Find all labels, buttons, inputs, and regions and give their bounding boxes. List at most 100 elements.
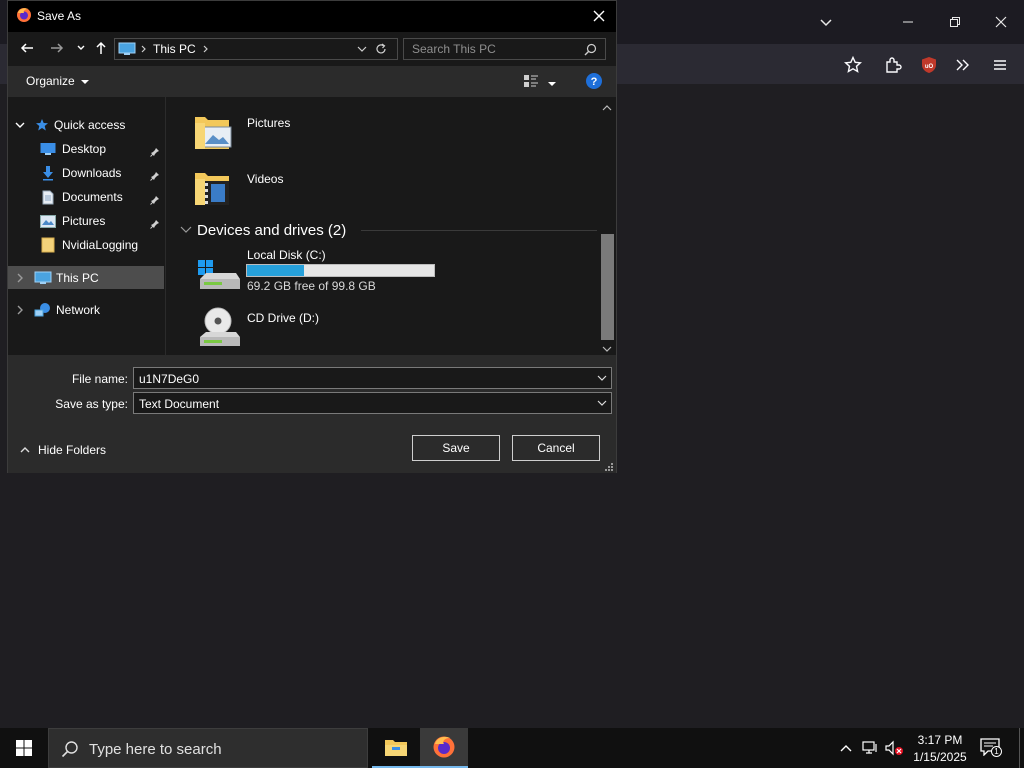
nav-item-this-pc[interactable]: This PC (14, 267, 99, 289)
expand-chevron-icon[interactable] (14, 270, 26, 286)
taskbar-clock[interactable]: 3:17 PM 1/15/2025 (905, 732, 975, 766)
close-window-icon[interactable] (986, 8, 1016, 36)
this-pc-icon (118, 42, 136, 59)
start-button[interactable] (0, 728, 48, 768)
nav-item-documents[interactable]: Documents (40, 186, 123, 208)
expand-chevron-icon[interactable] (14, 117, 26, 133)
firefox-icon (433, 736, 455, 758)
folder-label-pictures[interactable]: Pictures (247, 116, 290, 130)
breadcrumb-chevron-icon[interactable] (202, 43, 210, 58)
folder-item-pictures[interactable] (191, 109, 237, 155)
taskbar-file-explorer[interactable] (372, 728, 420, 768)
list-all-tabs-icon[interactable] (811, 8, 841, 36)
scroll-down-icon[interactable] (602, 342, 612, 356)
change-view-icon[interactable] (523, 74, 539, 91)
resize-grip-icon[interactable] (605, 461, 614, 475)
address-bar[interactable]: This PC (114, 38, 398, 60)
bookmark-star-icon[interactable] (840, 52, 866, 78)
network-status-icon[interactable] (862, 740, 880, 759)
expand-chevron-icon[interactable] (14, 302, 26, 318)
nav-item-desktop[interactable]: Desktop (40, 138, 106, 160)
breadcrumb-this-pc[interactable]: This PC (153, 42, 196, 56)
svg-text:uO: uO (925, 64, 934, 70)
help-icon[interactable]: ? (585, 72, 603, 93)
clock-date: 1/15/2025 (913, 750, 967, 764)
refresh-icon[interactable] (375, 43, 387, 58)
content-scrollbar[interactable] (599, 97, 616, 355)
dialog-close-button[interactable] (588, 5, 610, 27)
download-arrow-icon (40, 165, 56, 181)
chevron-down-icon (180, 226, 192, 233)
address-history-dropdown[interactable] (356, 43, 368, 58)
nav-item-nvidialogging[interactable]: NvidiaLogging (40, 234, 138, 256)
save-as-dialog: Save As This PC Search This PC Organize … (7, 0, 617, 473)
folder-label-videos[interactable]: Videos (247, 172, 283, 186)
save-button[interactable]: Save (412, 435, 500, 461)
folder-item-videos[interactable] (191, 165, 237, 211)
cd-drive-icon (200, 307, 240, 346)
notification-center-button[interactable]: 1 (980, 738, 1002, 760)
firefox-icon (16, 7, 32, 26)
extensions-icon[interactable] (880, 52, 906, 78)
drive-item-d[interactable] (196, 305, 242, 351)
nav-item-network[interactable]: Network (14, 299, 100, 321)
save-type-value: Text Document (139, 397, 220, 411)
pin-icon[interactable] (150, 194, 160, 205)
group-header-rule (361, 230, 597, 231)
show-hidden-icons-chevron[interactable] (840, 742, 852, 756)
navigation-pane: Quick access Desktop Downloads Documents (8, 97, 165, 355)
address-row: This PC (8, 32, 616, 66)
nav-item-downloads[interactable]: Downloads (40, 162, 121, 184)
file-name-combobox[interactable]: u1N7DeG0 (133, 367, 612, 389)
overflow-menu-icon[interactable] (950, 52, 976, 78)
taskbar-search-box[interactable]: Type here to search (48, 728, 368, 768)
view-options-dropdown[interactable] (548, 77, 556, 91)
show-desktop-button[interactable] (1019, 728, 1020, 768)
back-button[interactable] (17, 38, 37, 58)
nav-label: Pictures (62, 214, 106, 228)
hamburger-menu-icon[interactable] (987, 52, 1013, 78)
taskbar-firefox[interactable] (420, 728, 468, 768)
recent-locations-dropdown[interactable] (71, 38, 91, 58)
file-list-pane: Pictures Videos Devices and drives (2) L… (166, 97, 599, 355)
restore-icon[interactable] (940, 8, 970, 36)
save-type-select[interactable]: Text Document (133, 392, 612, 414)
pictures-icon (40, 213, 56, 229)
drive-item-c[interactable] (196, 257, 242, 293)
taskbar-search-placeholder: Type here to search (89, 741, 222, 758)
search-box (403, 38, 606, 60)
search-input[interactable] (404, 39, 579, 59)
group-header-devices[interactable]: Devices and drives (2) (180, 221, 347, 239)
scroll-thumb[interactable] (601, 234, 614, 340)
minimize-icon[interactable] (893, 8, 923, 36)
hide-folders-label: Hide Folders (38, 443, 107, 457)
volume-muted-icon[interactable] (885, 740, 905, 759)
drive-label-c[interactable]: Local Disk (C:) (247, 248, 326, 262)
chevron-down-icon[interactable] (597, 398, 607, 408)
organize-button[interactable]: Organize (26, 74, 90, 88)
file-name-input[interactable]: u1N7DeG0 (139, 372, 199, 386)
search-icon[interactable] (584, 43, 597, 59)
file-explorer-icon (385, 740, 407, 756)
up-button[interactable] (91, 38, 111, 58)
cancel-button[interactable]: Cancel (512, 435, 600, 461)
pin-icon[interactable] (150, 170, 160, 181)
hide-folders-button[interactable]: Hide Folders (20, 443, 106, 457)
disk-usage-bar (246, 264, 435, 277)
nav-item-pictures[interactable]: Pictures (40, 210, 105, 232)
nav-label: Desktop (62, 142, 107, 156)
group-header-label: Devices and drives (2) (197, 221, 347, 239)
nav-label: Downloads (62, 166, 122, 180)
nav-label-quick-access: Quick access (54, 118, 126, 132)
svg-text:?: ? (591, 76, 598, 88)
pin-icon[interactable] (150, 146, 160, 157)
scroll-up-icon[interactable] (602, 101, 612, 115)
chevron-up-icon (20, 447, 30, 453)
nav-item-quick-access[interactable]: Quick access (14, 114, 125, 136)
ublock-icon[interactable]: uO (916, 52, 942, 78)
chevron-down-icon[interactable] (597, 373, 607, 383)
pin-icon[interactable] (150, 218, 160, 229)
forward-button[interactable] (47, 38, 67, 58)
drive-label-d[interactable]: CD Drive (D:) (247, 311, 319, 325)
dialog-title-bar: Save As (8, 1, 616, 32)
